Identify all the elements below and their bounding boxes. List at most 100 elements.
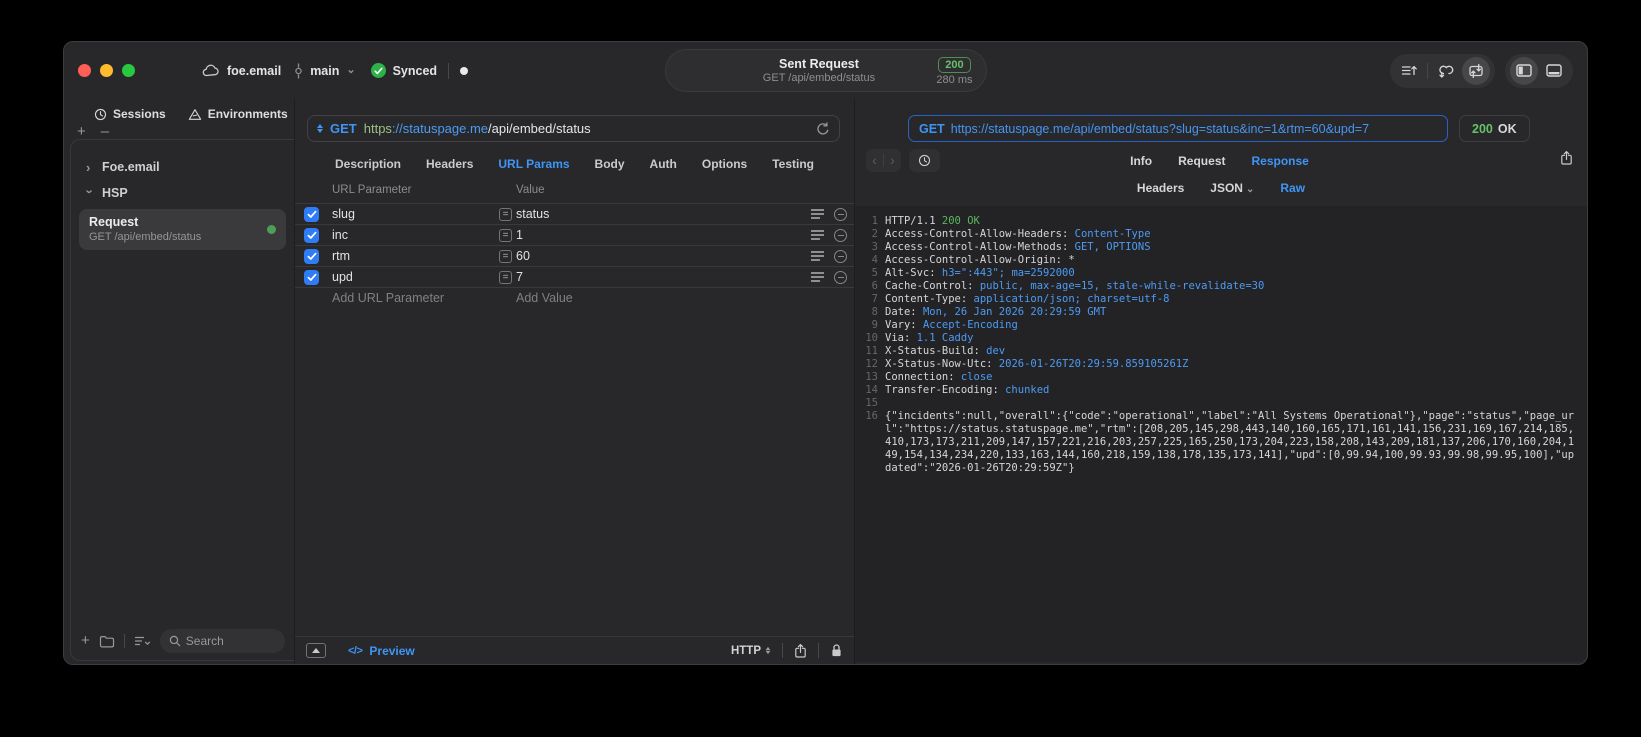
tab-auth[interactable]: Auth xyxy=(650,157,677,171)
resend-request-icon[interactable] xyxy=(816,121,830,136)
line-number: 12 xyxy=(865,358,878,370)
line-text: Access-Control-Allow-Methods: GET, OPTIO… xyxy=(885,241,1151,253)
equals-operator-icon[interactable]: = xyxy=(499,228,512,242)
request-url-bar[interactable]: GET https://statuspage.me/api/embed/stat… xyxy=(307,115,840,142)
request-list-item-selected[interactable]: Request GET /api/embed/status xyxy=(79,209,286,250)
param-name[interactable]: upd xyxy=(332,270,353,284)
param-row-inc: inc = 1 xyxy=(295,224,854,245)
equals-operator-icon[interactable]: = xyxy=(499,249,512,263)
pull-loop-icon[interactable] xyxy=(1432,57,1460,85)
param-name[interactable]: inc xyxy=(332,228,348,242)
share-icon[interactable] xyxy=(794,643,807,659)
branch-name[interactable]: main xyxy=(310,64,339,78)
response-line: 2 Access-Control-Allow-Headers: Content-T… xyxy=(861,228,1577,241)
toggle-sidebar-icon[interactable] xyxy=(1510,56,1538,85)
next-response-icon[interactable]: › xyxy=(884,150,901,171)
toggle-bottom-panel-icon[interactable] xyxy=(1540,57,1568,85)
new-folder-icon[interactable] xyxy=(99,635,115,648)
equals-operator-icon[interactable]: = xyxy=(499,270,512,284)
chevron-down-icon[interactable]: › xyxy=(83,189,98,197)
remove-session-button[interactable]: – xyxy=(101,124,109,139)
protocol-selector[interactable]: HTTP xyxy=(731,645,771,657)
subtab-json[interactable]: JSON ⌄ xyxy=(1210,181,1254,195)
request-url[interactable]: https://statuspage.me/api/embed/status xyxy=(364,121,591,136)
chevron-right-icon[interactable]: › xyxy=(86,160,94,175)
tab-options[interactable]: Options xyxy=(702,157,747,171)
response-body[interactable]: 1 HTTP/1.1 200 OK 2 Access-Control-Allow-He… xyxy=(855,206,1587,662)
session-dot-icon[interactable] xyxy=(460,66,469,75)
lock-icon[interactable] xyxy=(830,643,843,658)
remove-param-icon[interactable] xyxy=(834,271,847,284)
sidebar-tab-environments[interactable]: Environments xyxy=(188,107,288,121)
export-response-icon[interactable] xyxy=(1560,150,1573,166)
zoom-window-button[interactable] xyxy=(122,64,135,77)
search-input[interactable]: Search xyxy=(159,629,285,653)
line-text: Connection: close xyxy=(885,371,993,383)
param-name[interactable]: rtm xyxy=(332,249,350,263)
remove-param-icon[interactable] xyxy=(834,250,847,263)
param-checkbox[interactable] xyxy=(304,207,319,222)
request-item-subtitle: GET /api/embed/status xyxy=(89,231,202,243)
subtab-headers[interactable]: Headers xyxy=(1137,181,1184,195)
tab-body[interactable]: Body xyxy=(595,157,625,171)
response-history-icon[interactable] xyxy=(909,149,940,172)
export-list-icon[interactable] xyxy=(1395,57,1423,85)
response-panel: GET https://statuspage.me/api/embed/stat… xyxy=(855,99,1587,664)
tab-info[interactable]: Info xyxy=(1130,154,1152,168)
tree-item-foe-email[interactable]: › Foe.email xyxy=(71,154,294,180)
param-options-icon[interactable] xyxy=(811,209,824,221)
transfer-icon[interactable] xyxy=(1462,56,1490,85)
param-options-icon[interactable] xyxy=(811,272,824,284)
add-param-row[interactable]: Add URL Parameter Add Value xyxy=(295,287,854,308)
param-checkbox[interactable] xyxy=(304,228,319,243)
line-text xyxy=(885,397,1577,410)
add-session-button[interactable]: + xyxy=(77,124,86,139)
subtab-raw[interactable]: Raw xyxy=(1280,181,1305,195)
minimize-window-button[interactable] xyxy=(100,64,113,77)
previous-response-icon[interactable]: ‹ xyxy=(866,150,883,171)
param-options-icon[interactable] xyxy=(811,251,824,263)
tab-url-params[interactable]: URL Params xyxy=(498,157,569,171)
branch-chevron-icon[interactable]: ⌄ xyxy=(346,63,355,76)
param-checkbox[interactable] xyxy=(304,270,319,285)
remove-param-icon[interactable] xyxy=(834,208,847,221)
param-value[interactable]: 60 xyxy=(516,249,530,263)
collapse-panel-icon[interactable] xyxy=(306,643,326,658)
tab-headers[interactable]: Headers xyxy=(426,157,473,171)
tab-description[interactable]: Description xyxy=(335,157,401,171)
param-value[interactable]: status xyxy=(516,207,549,221)
params-header-row: URL Parameter Value xyxy=(295,184,854,203)
param-checkbox[interactable] xyxy=(304,249,319,264)
tree-item-hsp[interactable]: › HSP xyxy=(71,180,294,206)
tab-response[interactable]: Response xyxy=(1251,154,1308,168)
synced-check-icon xyxy=(370,63,386,78)
line-text: Cache-Control: public, max-age=15, stale… xyxy=(885,280,1265,292)
response-url-box[interactable]: GET https://statuspage.me/api/embed/stat… xyxy=(908,115,1448,142)
project-name[interactable]: foe.email xyxy=(227,64,281,78)
tab-request[interactable]: Request xyxy=(1178,154,1225,168)
tab-testing[interactable]: Testing xyxy=(772,157,814,171)
line-number: 7 xyxy=(871,293,878,305)
param-name[interactable]: slug xyxy=(332,207,355,221)
response-url: https://statuspage.me/api/embed/status?s… xyxy=(950,121,1370,136)
request-method[interactable]: GET xyxy=(330,121,357,136)
param-value[interactable]: 7 xyxy=(516,270,523,284)
sent-request-pill[interactable]: Sent Request GET /api/embed/status 200 2… xyxy=(664,49,987,92)
method-stepper-icon[interactable] xyxy=(317,124,323,133)
close-window-button[interactable] xyxy=(78,64,91,77)
add-param-value-placeholder[interactable]: Add Value xyxy=(516,291,573,305)
sidebar-tab-sessions[interactable]: Sessions xyxy=(94,107,166,121)
tree-item-label: Foe.email xyxy=(102,160,160,174)
sort-list-icon[interactable] xyxy=(134,635,151,647)
sync-status-label[interactable]: Synced xyxy=(393,64,437,78)
equals-operator-icon[interactable]: = xyxy=(499,207,512,221)
response-line: 9 Vary: Accept-Encoding xyxy=(861,319,1577,332)
preview-button[interactable]: </> Preview xyxy=(348,644,415,658)
param-value[interactable]: 1 xyxy=(516,228,523,242)
toolbar-separator xyxy=(1427,62,1428,79)
add-param-name-placeholder[interactable]: Add URL Parameter xyxy=(332,291,444,305)
param-options-icon[interactable] xyxy=(811,230,824,242)
remove-param-icon[interactable] xyxy=(834,229,847,242)
add-request-button[interactable]: + xyxy=(81,633,90,648)
line-text: HTTP/1.1 200 OK xyxy=(885,215,980,227)
